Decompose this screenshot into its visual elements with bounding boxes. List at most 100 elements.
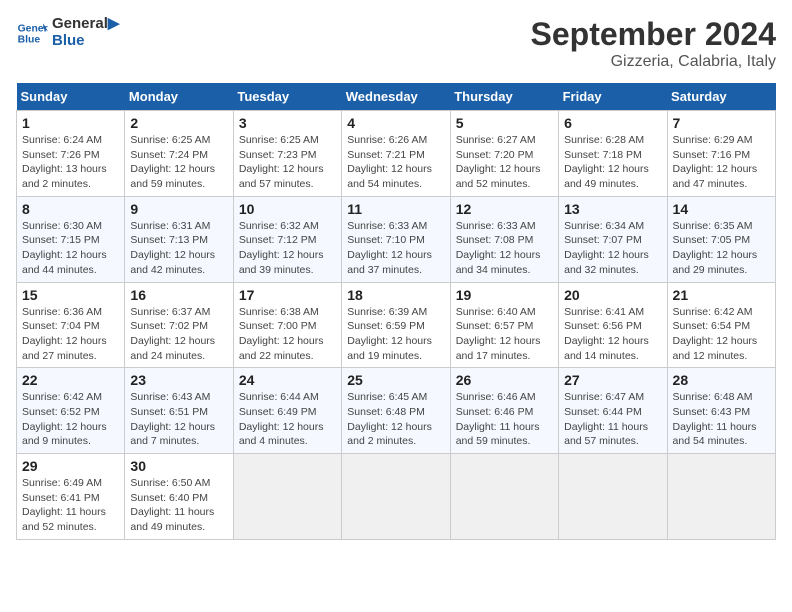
day-info: Sunrise: 6:45 AM Sunset: 6:48 PM Dayligh… — [347, 390, 444, 449]
day-number: 28 — [673, 372, 770, 388]
day-info: Sunrise: 6:31 AM Sunset: 7:13 PM Dayligh… — [130, 219, 227, 278]
day-number: 18 — [347, 287, 444, 303]
day-info: Sunrise: 6:25 AM Sunset: 7:23 PM Dayligh… — [239, 133, 336, 192]
table-row: 20 Sunrise: 6:41 AM Sunset: 6:56 PM Dayli… — [559, 282, 667, 368]
table-row: 30 Sunrise: 6:50 AM Sunset: 6:40 PM Dayli… — [125, 454, 233, 540]
day-info: Sunrise: 6:28 AM Sunset: 7:18 PM Dayligh… — [564, 133, 661, 192]
day-info: Sunrise: 6:27 AM Sunset: 7:20 PM Dayligh… — [456, 133, 553, 192]
table-row: 18 Sunrise: 6:39 AM Sunset: 6:59 PM Dayli… — [342, 282, 450, 368]
table-row: 2 Sunrise: 6:25 AM Sunset: 7:24 PM Daylig… — [125, 111, 233, 197]
table-row: 11 Sunrise: 6:33 AM Sunset: 7:10 PM Dayli… — [342, 196, 450, 282]
day-info: Sunrise: 6:42 AM Sunset: 6:52 PM Dayligh… — [22, 390, 119, 449]
logo-icon: General Blue — [16, 17, 48, 49]
day-info: Sunrise: 6:26 AM Sunset: 7:21 PM Dayligh… — [347, 133, 444, 192]
day-info: Sunrise: 6:38 AM Sunset: 7:00 PM Dayligh… — [239, 305, 336, 364]
day-info: Sunrise: 6:42 AM Sunset: 6:54 PM Dayligh… — [673, 305, 770, 364]
day-number: 17 — [239, 287, 336, 303]
day-info: Sunrise: 6:41 AM Sunset: 6:56 PM Dayligh… — [564, 305, 661, 364]
day-info: Sunrise: 6:43 AM Sunset: 6:51 PM Dayligh… — [130, 390, 227, 449]
table-row: 28 Sunrise: 6:48 AM Sunset: 6:43 PM Dayli… — [667, 368, 775, 454]
day-number: 4 — [347, 115, 444, 131]
day-info: Sunrise: 6:48 AM Sunset: 6:43 PM Dayligh… — [673, 390, 770, 449]
day-number: 13 — [564, 201, 661, 217]
header-saturday: Saturday — [667, 83, 775, 111]
header-tuesday: Tuesday — [233, 83, 341, 111]
table-row — [233, 454, 341, 540]
calendar-week-row: 8 Sunrise: 6:30 AM Sunset: 7:15 PM Daylig… — [17, 196, 776, 282]
day-number: 6 — [564, 115, 661, 131]
day-number: 19 — [456, 287, 553, 303]
table-row: 7 Sunrise: 6:29 AM Sunset: 7:16 PM Daylig… — [667, 111, 775, 197]
location-subtitle: Gizzeria, Calabria, Italy — [531, 53, 776, 71]
calendar-week-row: 29 Sunrise: 6:49 AM Sunset: 6:41 PM Dayli… — [17, 454, 776, 540]
day-info: Sunrise: 6:35 AM Sunset: 7:05 PM Dayligh… — [673, 219, 770, 278]
table-row: 19Sunrise: 6:40 AM Sunset: 6:57 PM Dayli… — [450, 282, 558, 368]
header-friday: Friday — [559, 83, 667, 111]
day-number: 8 — [22, 201, 119, 217]
day-info: Sunrise: 6:50 AM Sunset: 6:40 PM Dayligh… — [130, 476, 227, 535]
table-row: 1 Sunrise: 6:24 AM Sunset: 7:26 PM Daylig… — [17, 111, 125, 197]
table-row: 17 Sunrise: 6:38 AM Sunset: 7:00 PM Dayli… — [233, 282, 341, 368]
day-info: Sunrise: 6:39 AM Sunset: 6:59 PM Dayligh… — [347, 305, 444, 364]
table-row — [667, 454, 775, 540]
table-row: 29 Sunrise: 6:49 AM Sunset: 6:41 PM Dayli… — [17, 454, 125, 540]
table-row: 12Sunrise: 6:33 AM Sunset: 7:08 PM Dayli… — [450, 196, 558, 282]
day-number: 2 — [130, 115, 227, 131]
logo-text: General▶Blue — [52, 16, 119, 49]
table-row: 5 Sunrise: 6:27 AM Sunset: 7:20 PM Daylig… — [450, 111, 558, 197]
day-number: 11 — [347, 201, 444, 217]
table-row: 25 Sunrise: 6:45 AM Sunset: 6:48 PM Dayli… — [342, 368, 450, 454]
day-number: 9 — [130, 201, 227, 217]
day-number: 25 — [347, 372, 444, 388]
table-row: 24 Sunrise: 6:44 AM Sunset: 6:49 PM Dayli… — [233, 368, 341, 454]
day-info: Sunrise: 6:46 AM Sunset: 6:46 PM Dayligh… — [456, 390, 553, 449]
header-wednesday: Wednesday — [342, 83, 450, 111]
table-row — [342, 454, 450, 540]
day-info: Sunrise: 6:24 AM Sunset: 7:26 PM Dayligh… — [22, 133, 119, 192]
day-info: Sunrise: 6:36 AM Sunset: 7:04 PM Dayligh… — [22, 305, 119, 364]
day-info: Sunrise: 6:33 AM Sunset: 7:10 PM Dayligh… — [347, 219, 444, 278]
calendar-week-row: 15 Sunrise: 6:36 AM Sunset: 7:04 PM Dayli… — [17, 282, 776, 368]
day-number: 7 — [673, 115, 770, 131]
day-info: Sunrise: 6:34 AM Sunset: 7:07 PM Dayligh… — [564, 219, 661, 278]
logo: General Blue General▶Blue — [16, 16, 119, 49]
table-row: 6 Sunrise: 6:28 AM Sunset: 7:18 PM Daylig… — [559, 111, 667, 197]
day-info: Sunrise: 6:37 AM Sunset: 7:02 PM Dayligh… — [130, 305, 227, 364]
table-row: 13 Sunrise: 6:34 AM Sunset: 7:07 PM Dayli… — [559, 196, 667, 282]
calendar-table: Sunday Monday Tuesday Wednesday Thursday… — [16, 83, 776, 540]
header-thursday: Thursday — [450, 83, 558, 111]
header-sunday: Sunday — [17, 83, 125, 111]
calendar-week-row: 22 Sunrise: 6:42 AM Sunset: 6:52 PM Dayli… — [17, 368, 776, 454]
day-info: Sunrise: 6:32 AM Sunset: 7:12 PM Dayligh… — [239, 219, 336, 278]
table-row: 9 Sunrise: 6:31 AM Sunset: 7:13 PM Daylig… — [125, 196, 233, 282]
table-row — [559, 454, 667, 540]
table-row: 4 Sunrise: 6:26 AM Sunset: 7:21 PM Daylig… — [342, 111, 450, 197]
weekday-header-row: Sunday Monday Tuesday Wednesday Thursday… — [17, 83, 776, 111]
day-number: 3 — [239, 115, 336, 131]
day-info: Sunrise: 6:49 AM Sunset: 6:41 PM Dayligh… — [22, 476, 119, 535]
table-row — [450, 454, 558, 540]
day-info: Sunrise: 6:44 AM Sunset: 6:49 PM Dayligh… — [239, 390, 336, 449]
title-section: September 2024 Gizzeria, Calabria, Italy — [531, 16, 776, 71]
table-row: 15 Sunrise: 6:36 AM Sunset: 7:04 PM Dayli… — [17, 282, 125, 368]
day-number: 1 — [22, 115, 119, 131]
table-row: 21Sunrise: 6:42 AM Sunset: 6:54 PM Dayli… — [667, 282, 775, 368]
day-number: 22 — [22, 372, 119, 388]
day-info: Sunrise: 6:30 AM Sunset: 7:15 PM Dayligh… — [22, 219, 119, 278]
day-info: Sunrise: 6:29 AM Sunset: 7:16 PM Dayligh… — [673, 133, 770, 192]
svg-text:Blue: Blue — [18, 34, 41, 45]
day-number: 10 — [239, 201, 336, 217]
day-number: 27 — [564, 372, 661, 388]
day-number: 24 — [239, 372, 336, 388]
month-year-title: September 2024 — [531, 16, 776, 53]
day-info: Sunrise: 6:25 AM Sunset: 7:24 PM Dayligh… — [130, 133, 227, 192]
table-row: 8 Sunrise: 6:30 AM Sunset: 7:15 PM Daylig… — [17, 196, 125, 282]
day-number: 30 — [130, 458, 227, 474]
day-number: 5 — [456, 115, 553, 131]
day-number: 20 — [564, 287, 661, 303]
day-number: 15 — [22, 287, 119, 303]
page-header: General Blue General▶Blue September 2024… — [16, 16, 776, 71]
day-number: 29 — [22, 458, 119, 474]
day-number: 14 — [673, 201, 770, 217]
day-number: 12 — [456, 201, 553, 217]
